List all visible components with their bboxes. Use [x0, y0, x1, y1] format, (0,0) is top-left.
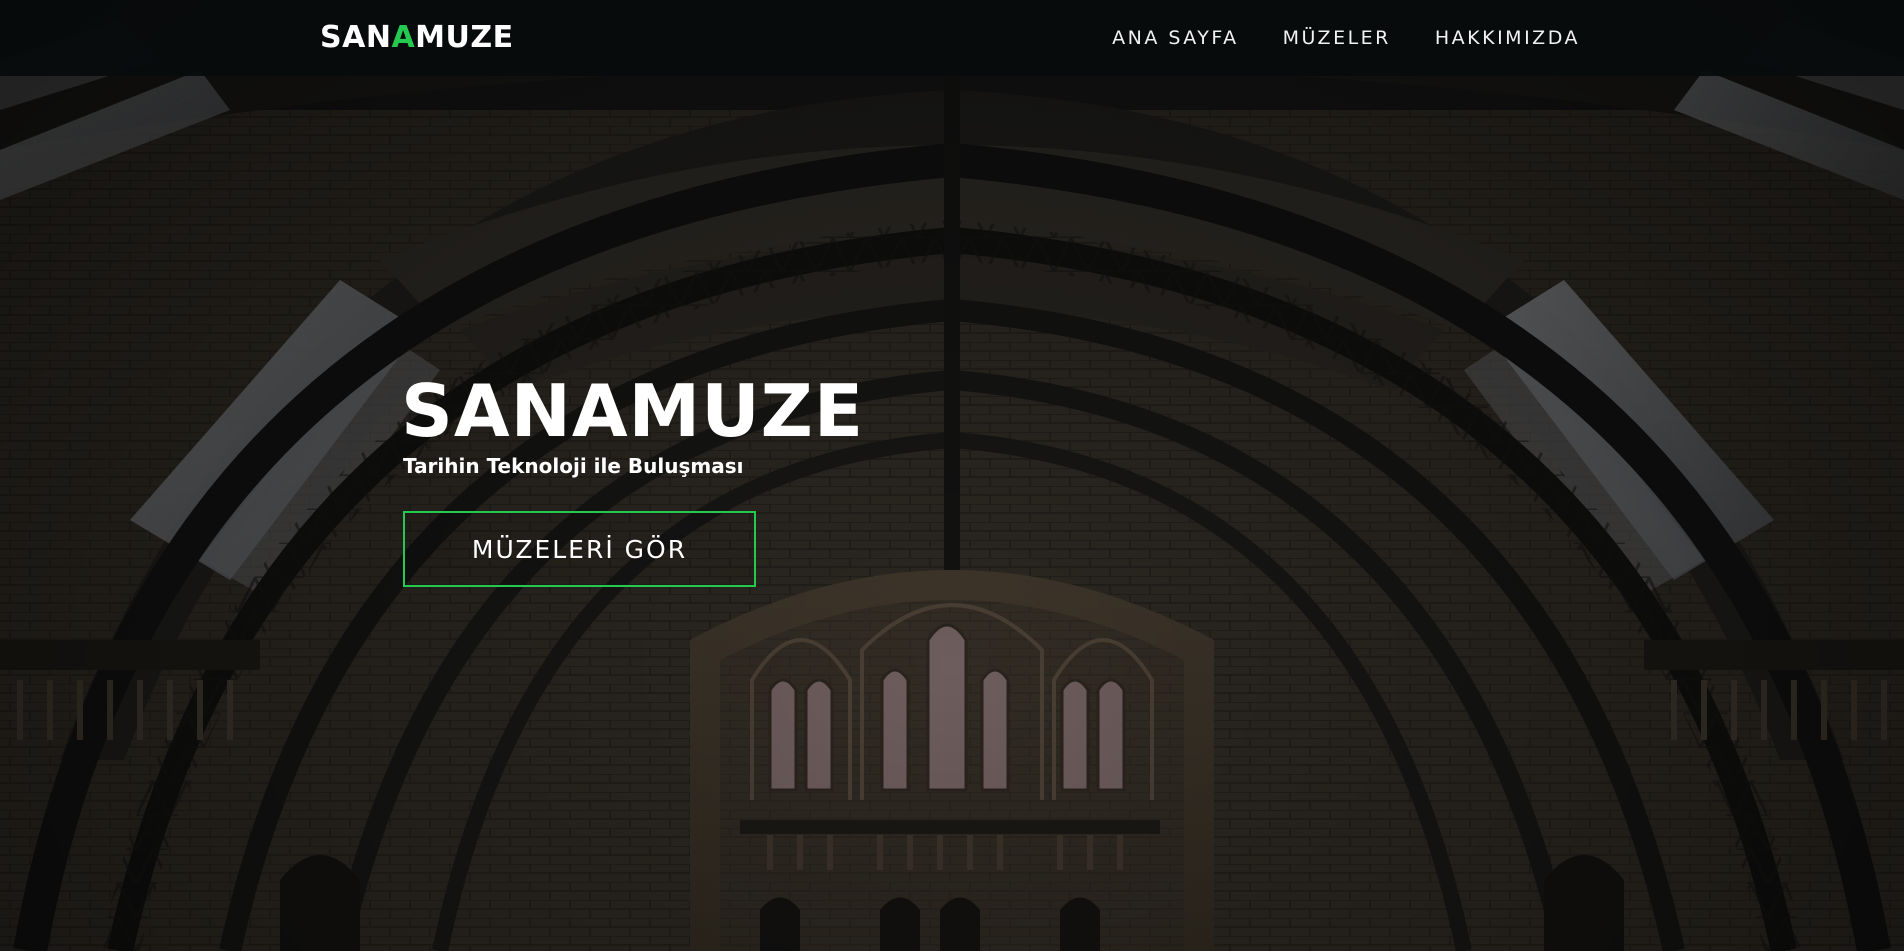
- top-navbar: SANAMUZE ANA SAYFA MÜZELER HAKKIMIZDA: [0, 0, 1904, 76]
- nav-link-home[interactable]: ANA SAYFA: [1112, 26, 1238, 50]
- view-museums-button[interactable]: MÜZELERİ GÖR: [403, 511, 756, 587]
- logo-text-start: SAN: [320, 20, 392, 55]
- nav-link-museums[interactable]: MÜZELER: [1283, 26, 1391, 50]
- logo-text-end: MUZE: [415, 20, 514, 55]
- nav-link-about[interactable]: HAKKIMIZDA: [1435, 26, 1580, 50]
- hero-title: SANAMUZE: [401, 369, 865, 453]
- hero-overlay: [0, 0, 1904, 951]
- main-nav: ANA SAYFA MÜZELER HAKKIMIZDA: [1112, 26, 1580, 50]
- logo-text-accent: A: [391, 20, 416, 55]
- site-logo[interactable]: SANAMUZE: [320, 20, 514, 56]
- hero-subtitle: Tarihin Teknoloji ile Buluşması: [403, 454, 744, 478]
